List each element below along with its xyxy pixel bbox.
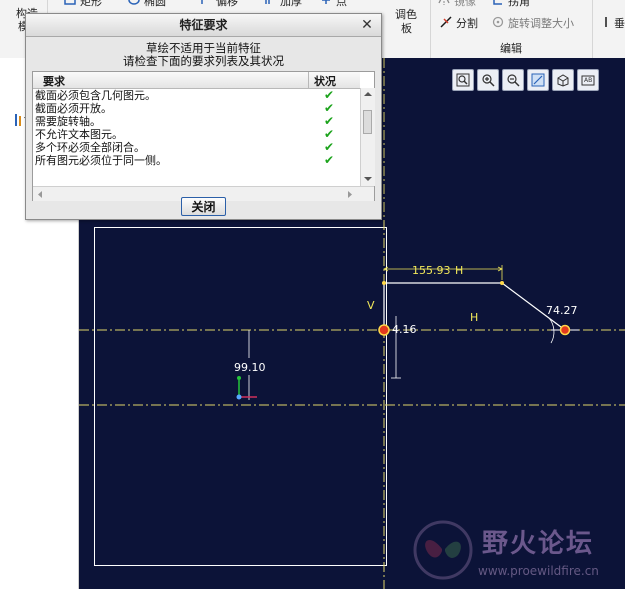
vertical-scrollbar[interactable]	[360, 88, 375, 186]
zoom-out-button[interactable]	[502, 69, 524, 91]
scroll-down-icon[interactable]	[364, 176, 372, 182]
table-row[interactable]: 截面必须开放。	[35, 102, 112, 115]
view-toolbar: AB	[452, 69, 599, 93]
table-row[interactable]: 不允许文本图元。	[35, 128, 123, 141]
scroll-left-icon[interactable]	[37, 191, 43, 198]
ellipse-icon	[128, 0, 140, 5]
csys-origin-icon	[236, 394, 242, 400]
dialog-message-line2: 请检查下面的要求列表及其状况	[123, 54, 284, 68]
scroll-up-icon[interactable]	[364, 91, 372, 97]
divide-icon	[440, 16, 452, 28]
rectangle-button[interactable]: 矩形	[64, 0, 124, 8]
offset-icon	[201, 0, 203, 4]
vertex-marker[interactable]	[378, 324, 390, 336]
table-row[interactable]: 截面必须包含几何图元。	[35, 89, 156, 102]
zoom-in-icon	[482, 74, 495, 87]
zoom-in-button[interactable]	[477, 69, 499, 91]
corner-button[interactable]: 拐角	[492, 0, 542, 8]
table-row[interactable]: 需要旋转轴。	[35, 115, 101, 128]
dimension-99-10[interactable]: 99.10	[234, 361, 266, 374]
constraint-v[interactable]: V	[367, 299, 375, 312]
refit-button[interactable]	[452, 69, 474, 91]
watermark: 野火论坛 www.proewildfire.cn	[412, 519, 625, 589]
point-button[interactable]: 点	[320, 0, 360, 8]
cube-icon	[557, 74, 569, 87]
corner-point[interactable]	[500, 281, 504, 285]
corner-icon	[493, 0, 502, 5]
mirror-icon	[438, 0, 450, 5]
vertex-marker-right[interactable]	[559, 324, 571, 336]
column-header-status[interactable]: 状况	[314, 73, 336, 89]
display-style-button[interactable]	[552, 69, 574, 91]
offset-button[interactable]: 偏移	[200, 0, 260, 8]
scroll-thumb[interactable]	[363, 110, 372, 134]
svg-text:AB: AB	[584, 77, 592, 84]
palette-button[interactable]: 调色 板	[392, 4, 424, 38]
group-edit-label: 编辑	[500, 42, 522, 55]
rotate-resize-button[interactable]: 旋转调整大小	[492, 15, 587, 30]
refit-icon	[456, 73, 470, 87]
constraint-h-mid[interactable]: H	[470, 311, 478, 324]
rotate-resize-icon	[492, 16, 504, 28]
rectangle-icon	[64, 0, 76, 5]
check-icon: ✔	[324, 153, 335, 167]
display-filters-icon: AB	[581, 75, 595, 86]
column-divider[interactable]	[308, 72, 309, 88]
watermark-url: www.proewildfire.cn	[478, 564, 599, 578]
vertical-constraint-button[interactable]: 垂	[600, 15, 625, 30]
ribbon-separator	[430, 0, 431, 58]
divide-button[interactable]: 分割	[440, 15, 485, 30]
requirements-table: 要求 状况 截面必须包含几何图元。 ✔ 截面必须开放。 ✔ 需要旋转轴。 ✔ 不…	[32, 71, 375, 201]
dialog-title[interactable]: 特征要求	[26, 14, 381, 37]
ribbon-separator	[592, 0, 593, 58]
zoom-out-icon	[507, 74, 520, 87]
vertical-icon	[605, 17, 607, 27]
butterfly-logo-icon	[413, 520, 473, 580]
ellipse-button[interactable]: 椭圆	[128, 0, 188, 8]
display-filters-button[interactable]: AB	[577, 69, 599, 91]
dimension-4-16[interactable]: 4.16	[392, 323, 417, 336]
table-row[interactable]: 多个环必须全部闭合。	[35, 141, 145, 154]
watermark-title: 野火论坛	[482, 529, 595, 559]
dimension-155-93[interactable]: 155.93	[412, 264, 451, 277]
feature-requirements-dialog: 特征要求 ✕ 草绘不适用于当前特征 请检查下面的要求列表及其状况 要求 状况 截…	[25, 13, 382, 220]
sketch-view-button[interactable]	[527, 69, 549, 91]
mirror-button[interactable]: 镜像	[438, 0, 483, 8]
column-header-requirement[interactable]: 要求	[43, 73, 65, 89]
constraint-h-top[interactable]: H	[455, 264, 463, 277]
thicken-button[interactable]: 加厚	[264, 0, 324, 8]
close-icon[interactable]: ✕	[359, 17, 375, 33]
scroll-right-icon[interactable]	[347, 191, 353, 198]
sketch-view-icon	[531, 73, 545, 87]
table-header: 要求 状况	[33, 72, 360, 89]
point-icon	[322, 0, 330, 4]
close-button[interactable]: 关闭	[181, 197, 226, 216]
corner-point[interactable]	[382, 281, 386, 285]
thicken-icon	[265, 0, 270, 4]
table-row[interactable]: 所有图元必须位于同一侧。	[35, 154, 167, 167]
dimension-74-27[interactable]: 74.27	[546, 304, 578, 317]
csys-y-marker	[237, 376, 241, 380]
tool-icon[interactable]	[14, 112, 24, 128]
